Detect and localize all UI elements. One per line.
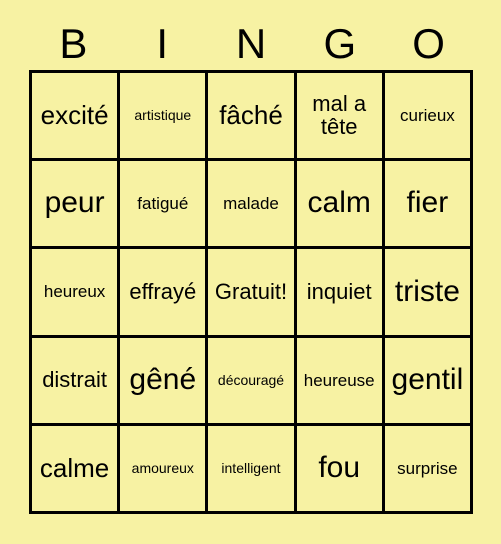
bingo-cell-label: peur <box>44 186 105 220</box>
bingo-card: B I N G O excité artistique fâché mal a têt… <box>0 0 501 544</box>
bingo-cell-label: calm <box>307 186 371 220</box>
bingo-cell-label: découragé <box>217 372 285 389</box>
bingo-cell[interactable]: effrayé <box>120 249 209 338</box>
bingo-cell-label: heureuse <box>303 370 375 390</box>
bingo-cell-label: amoureux <box>131 460 194 477</box>
bingo-cell[interactable]: inquiet <box>296 249 385 338</box>
bingo-cell[interactable]: Gratuit! <box>208 249 297 338</box>
bingo-header-letter-n: N <box>235 20 267 67</box>
bingo-cell[interactable]: malade <box>208 161 297 250</box>
bingo-header-letter-g: G <box>323 20 357 67</box>
bingo-cell[interactable]: fatigué <box>120 161 209 250</box>
bingo-cell-label: excité <box>40 100 109 131</box>
bingo-cell[interactable]: excité <box>32 73 121 162</box>
bingo-cell-label: malade <box>223 194 279 214</box>
bingo-cell-label: mal a tête <box>312 91 367 139</box>
bingo-cell[interactable]: artistique <box>120 73 209 162</box>
bingo-cell[interactable]: amoureux <box>120 425 209 514</box>
bingo-cell-label: distrait <box>42 366 107 392</box>
bingo-cell-label: effrayé <box>129 278 197 304</box>
bingo-cell[interactable]: surprise <box>384 425 473 514</box>
bingo-cell[interactable]: gêné <box>120 337 209 426</box>
bingo-cell-label: fou <box>318 451 361 485</box>
bingo-header-letter-o: O <box>412 20 445 67</box>
bingo-cell-label: intelligent <box>221 460 281 477</box>
bingo-cell[interactable]: curieux <box>384 73 473 162</box>
bingo-cell[interactable]: fou <box>296 425 385 514</box>
bingo-cell-label: inquiet <box>306 278 372 304</box>
bingo-cell[interactable]: intelligent <box>208 425 297 514</box>
bingo-cell[interactable]: fier <box>384 161 473 250</box>
bingo-header-letter-b: B <box>59 20 88 67</box>
bingo-cell[interactable]: calme <box>32 425 121 514</box>
bingo-cell-label: surprise <box>397 458 458 478</box>
bingo-cell[interactable]: découragé <box>208 337 297 426</box>
bingo-cell-label: artistique <box>134 107 192 124</box>
bingo-grid: excité artistique fâché mal a tête curieux pe… <box>29 70 473 514</box>
bingo-cell-label: fatigué <box>137 194 189 214</box>
bingo-cell[interactable]: mal a tête <box>296 73 385 162</box>
bingo-cell[interactable]: heureuse <box>296 337 385 426</box>
bingo-cell[interactable]: gentil <box>384 337 473 426</box>
bingo-cell[interactable]: triste <box>384 249 473 338</box>
bingo-cell[interactable]: calm <box>296 161 385 250</box>
bingo-cell[interactable]: heureux <box>32 249 121 338</box>
bingo-cell-label: fâché <box>219 100 283 131</box>
bingo-header: B I N G O <box>29 18 473 70</box>
bingo-cell[interactable]: peur <box>32 161 121 250</box>
bingo-cell-label: gêné <box>129 362 197 396</box>
bingo-cell-label: heureux <box>43 282 106 302</box>
bingo-cell-label: Gratuit! <box>214 278 288 304</box>
bingo-cell-label: fier <box>406 186 449 220</box>
bingo-header-letter-i: I <box>156 20 169 67</box>
bingo-cell[interactable]: fâché <box>208 73 297 162</box>
bingo-cell-label: triste <box>394 274 460 308</box>
bingo-cell-label: gentil <box>391 362 464 396</box>
bingo-cell-label: calme <box>39 453 110 484</box>
bingo-cell-label: curieux <box>399 105 455 125</box>
bingo-cell[interactable]: distrait <box>32 337 121 426</box>
